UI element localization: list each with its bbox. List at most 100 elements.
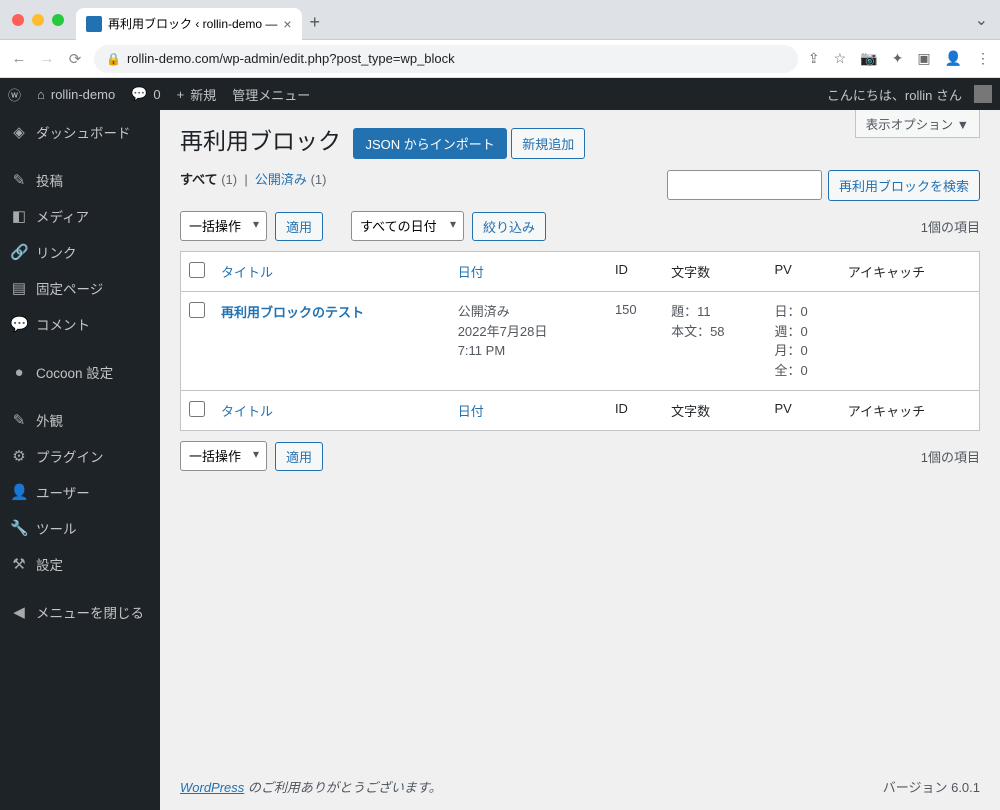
minimize-window-icon[interactable] bbox=[32, 14, 44, 26]
link-icon: 🔗 bbox=[10, 243, 28, 261]
filter-all-count: (1) bbox=[221, 172, 237, 187]
row-eyecatch bbox=[840, 292, 980, 391]
add-new-button[interactable]: 新規追加 bbox=[511, 128, 585, 159]
plus-icon: + bbox=[177, 87, 185, 102]
sidebar-item-plugins[interactable]: ⚙プラグイン bbox=[0, 438, 160, 474]
browser-tab-bar: 再利用ブロック ‹ rollin-demo — × + ⌄ bbox=[0, 0, 1000, 40]
select-all-checkbox[interactable] bbox=[189, 262, 205, 278]
sidebar-item-label: コメント bbox=[36, 314, 90, 334]
row-checkbox[interactable] bbox=[189, 302, 205, 318]
sidebar-item-users[interactable]: 👤 ユーザー bbox=[0, 474, 160, 510]
col-id: ID bbox=[607, 252, 663, 292]
import-json-button[interactable]: JSON からインポート bbox=[353, 128, 506, 159]
new-content[interactable]: +新規 bbox=[169, 78, 225, 110]
main-content: 表示オプション ▼ 再利用ブロック JSON からインポート 新規追加 すべて … bbox=[160, 110, 1000, 810]
sidebar-item-cocoon[interactable]: ● Cocoon 設定 bbox=[0, 354, 160, 390]
forward-button: → bbox=[38, 50, 56, 67]
col-pv: PV bbox=[766, 252, 839, 292]
cocoon-icon: ● bbox=[10, 364, 28, 381]
sidebar-item-label: リンク bbox=[36, 242, 77, 262]
user-icon: 👤 bbox=[10, 483, 28, 501]
sidebar-item-tools[interactable]: 🔧ツール bbox=[0, 510, 160, 546]
search-button[interactable]: 再利用ブロックを検索 bbox=[828, 170, 980, 201]
pin-icon: ✎ bbox=[10, 171, 28, 189]
browser-tab[interactable]: 再利用ブロック ‹ rollin-demo — × bbox=[76, 8, 302, 40]
new-tab-button[interactable]: + bbox=[310, 12, 321, 33]
sidebar-item-comments[interactable]: 💬コメント bbox=[0, 306, 160, 342]
sidebar-collapse[interactable]: ◀メニューを閉じる bbox=[0, 594, 160, 630]
sidebar-item-posts[interactable]: ✎ 投稿 bbox=[0, 162, 160, 198]
profile-icon[interactable]: 👤 bbox=[945, 50, 962, 67]
wordpress-link[interactable]: WordPress bbox=[180, 780, 244, 795]
col-id: ID bbox=[607, 391, 663, 431]
camera-icon[interactable]: 📷 bbox=[860, 50, 877, 67]
item-count: 1個の項目 bbox=[921, 217, 980, 236]
select-all-checkbox-bottom[interactable] bbox=[189, 401, 205, 417]
sidebar-item-label: ユーザー bbox=[36, 482, 90, 502]
extensions-icon[interactable]: ✦ bbox=[892, 50, 904, 67]
row-date: 公開済み 2022年7月28日 7:11 PM bbox=[450, 292, 607, 391]
item-count-bottom: 1個の項目 bbox=[921, 447, 980, 466]
browser-actions: ⇪ ☆ 📷 ✦ ▣ 👤 ⋮ bbox=[808, 50, 990, 67]
date-filter-select[interactable]: すべての日付 bbox=[351, 211, 464, 241]
brush-icon: ✎ bbox=[10, 411, 28, 429]
page-icon: ▤ bbox=[10, 279, 28, 297]
back-button[interactable]: ← bbox=[10, 50, 28, 67]
tab-title: 再利用ブロック ‹ rollin-demo — bbox=[108, 15, 277, 32]
search-input[interactable] bbox=[667, 170, 822, 200]
url-text: rollin-demo.com/wp-admin/edit.php?post_t… bbox=[127, 51, 455, 66]
maximize-window-icon[interactable] bbox=[52, 14, 64, 26]
filter-all[interactable]: すべて bbox=[180, 172, 218, 187]
admin-sidebar: ◈ダッシュボード ✎ 投稿 ◧メディア 🔗 リンク ▤ 固定ページ 💬コメント ● Co… bbox=[0, 110, 160, 810]
menu-icon[interactable]: ⋮ bbox=[976, 50, 990, 67]
sidebar-item-dashboard[interactable]: ◈ダッシュボード bbox=[0, 114, 160, 150]
tabs-dropdown-icon[interactable]: ⌄ bbox=[975, 10, 988, 30]
sidebar-item-appearance[interactable]: ✎ 外観 bbox=[0, 402, 160, 438]
bulk-action-select[interactable]: 一括操作 bbox=[180, 211, 267, 241]
sidebar-item-label: 設定 bbox=[36, 554, 63, 574]
panel-icon[interactable]: ▣ bbox=[917, 50, 930, 67]
admin-menu-link[interactable]: 管理メニュー bbox=[224, 78, 318, 110]
share-icon[interactable]: ⇪ bbox=[808, 50, 820, 67]
collapse-icon: ◀ bbox=[10, 603, 28, 621]
filter-button[interactable]: 絞り込み bbox=[472, 212, 546, 241]
col-title[interactable]: タイトル bbox=[221, 404, 273, 419]
screen-options-toggle[interactable]: 表示オプション ▼ bbox=[855, 110, 980, 138]
comments-link[interactable]: 💬0 bbox=[123, 78, 168, 110]
col-eyecatch: アイキャッチ bbox=[840, 391, 980, 431]
row-id: 150 bbox=[607, 292, 663, 391]
user-greeting[interactable]: こんにちは、rollin さん bbox=[819, 85, 1000, 104]
version-text: バージョン 6.0.1 bbox=[883, 777, 980, 796]
sidebar-item-label: プラグイン bbox=[36, 446, 104, 466]
sidebar-item-label: 投稿 bbox=[36, 170, 63, 190]
wp-logo[interactable]: ⓦ bbox=[0, 78, 29, 110]
col-date[interactable]: 日付 bbox=[458, 404, 484, 419]
sidebar-item-label: 固定ページ bbox=[36, 278, 103, 298]
wordpress-icon: ⓦ bbox=[8, 85, 21, 104]
sidebar-item-media[interactable]: ◧メディア bbox=[0, 198, 160, 234]
bulk-action-select-bottom[interactable]: 一括操作 bbox=[180, 441, 267, 471]
close-tab-icon[interactable]: × bbox=[283, 16, 291, 32]
col-date[interactable]: 日付 bbox=[458, 265, 484, 280]
col-pv: PV bbox=[766, 391, 839, 431]
site-link[interactable]: ⌂rollin-demo bbox=[29, 78, 123, 110]
tablenav-top: 一括操作 適用 すべての日付 絞り込み 1個の項目 bbox=[180, 211, 980, 241]
lock-icon: 🔒 bbox=[106, 52, 121, 66]
reload-button[interactable]: ⟳ bbox=[66, 50, 84, 68]
apply-button-bottom[interactable]: 適用 bbox=[275, 442, 323, 471]
sidebar-item-settings[interactable]: ⚒設定 bbox=[0, 546, 160, 582]
close-window-icon[interactable] bbox=[12, 14, 24, 26]
star-icon[interactable]: ☆ bbox=[834, 50, 847, 67]
comment-count: 0 bbox=[153, 87, 160, 102]
sidebar-item-pages[interactable]: ▤ 固定ページ bbox=[0, 270, 160, 306]
sidebar-item-label: 外観 bbox=[36, 410, 63, 430]
comment-icon: 💬 bbox=[131, 86, 147, 102]
filter-published[interactable]: 公開済み bbox=[255, 172, 307, 187]
col-title[interactable]: タイトル bbox=[221, 265, 273, 280]
filter-published-count: (1) bbox=[311, 172, 327, 187]
sidebar-item-links[interactable]: 🔗 リンク bbox=[0, 234, 160, 270]
sidebar-item-label: Cocoon 設定 bbox=[36, 362, 113, 382]
row-title-link[interactable]: 再利用ブロックのテスト bbox=[221, 305, 364, 320]
apply-button[interactable]: 適用 bbox=[275, 212, 323, 241]
address-bar[interactable]: 🔒 rollin-demo.com/wp-admin/edit.php?post… bbox=[94, 45, 798, 73]
